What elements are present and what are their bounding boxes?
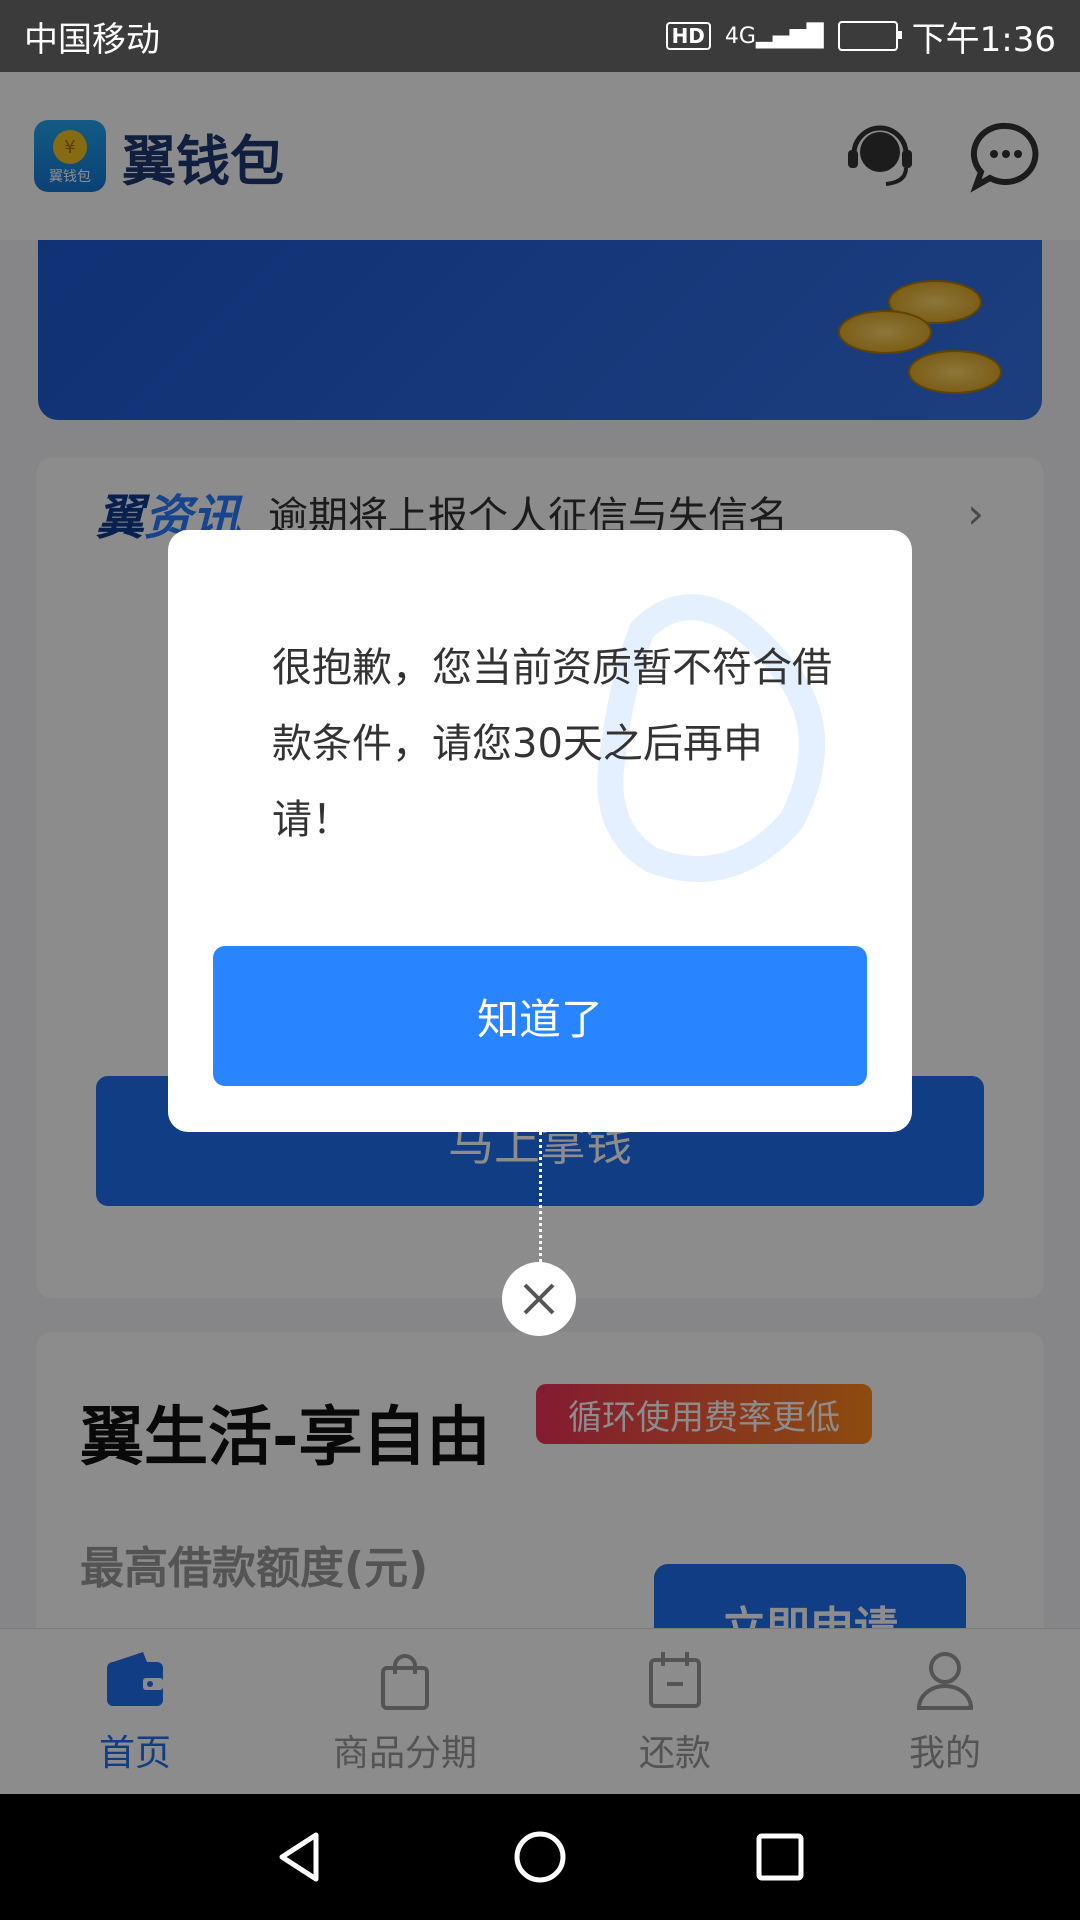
hd-icon: HD [665, 22, 711, 50]
system-nav-bar [0, 1794, 1080, 1920]
connector-line [539, 1132, 542, 1262]
home-icon[interactable] [510, 1827, 570, 1887]
dialog-message: 很抱歉，您当前资质暂不符合借款条件，请您30天之后再申请！ [272, 645, 832, 843]
network-type: 4G [724, 23, 756, 49]
alert-dialog: 很抱歉，您当前资质暂不符合借款条件，请您30天之后再申请！ 知道了 [168, 530, 912, 1132]
network-signal-icon: 4G▂▄▆█ [724, 23, 824, 49]
status-bar: 中国移动 HD 4G▂▄▆█ 下午1:36 [0, 0, 1080, 72]
recents-icon[interactable] [750, 1827, 810, 1887]
close-icon [523, 1283, 555, 1315]
clock: 下午1:36 [911, 19, 1056, 60]
close-button[interactable] [502, 1262, 576, 1336]
battery-icon [837, 21, 902, 51]
confirm-button[interactable]: 知道了 [213, 946, 867, 1086]
back-icon[interactable] [270, 1827, 330, 1887]
status-icons: HD 4G▂▄▆█ 下午1:36 [665, 12, 1056, 61]
carrier-label: 中国移动 [24, 19, 160, 60]
